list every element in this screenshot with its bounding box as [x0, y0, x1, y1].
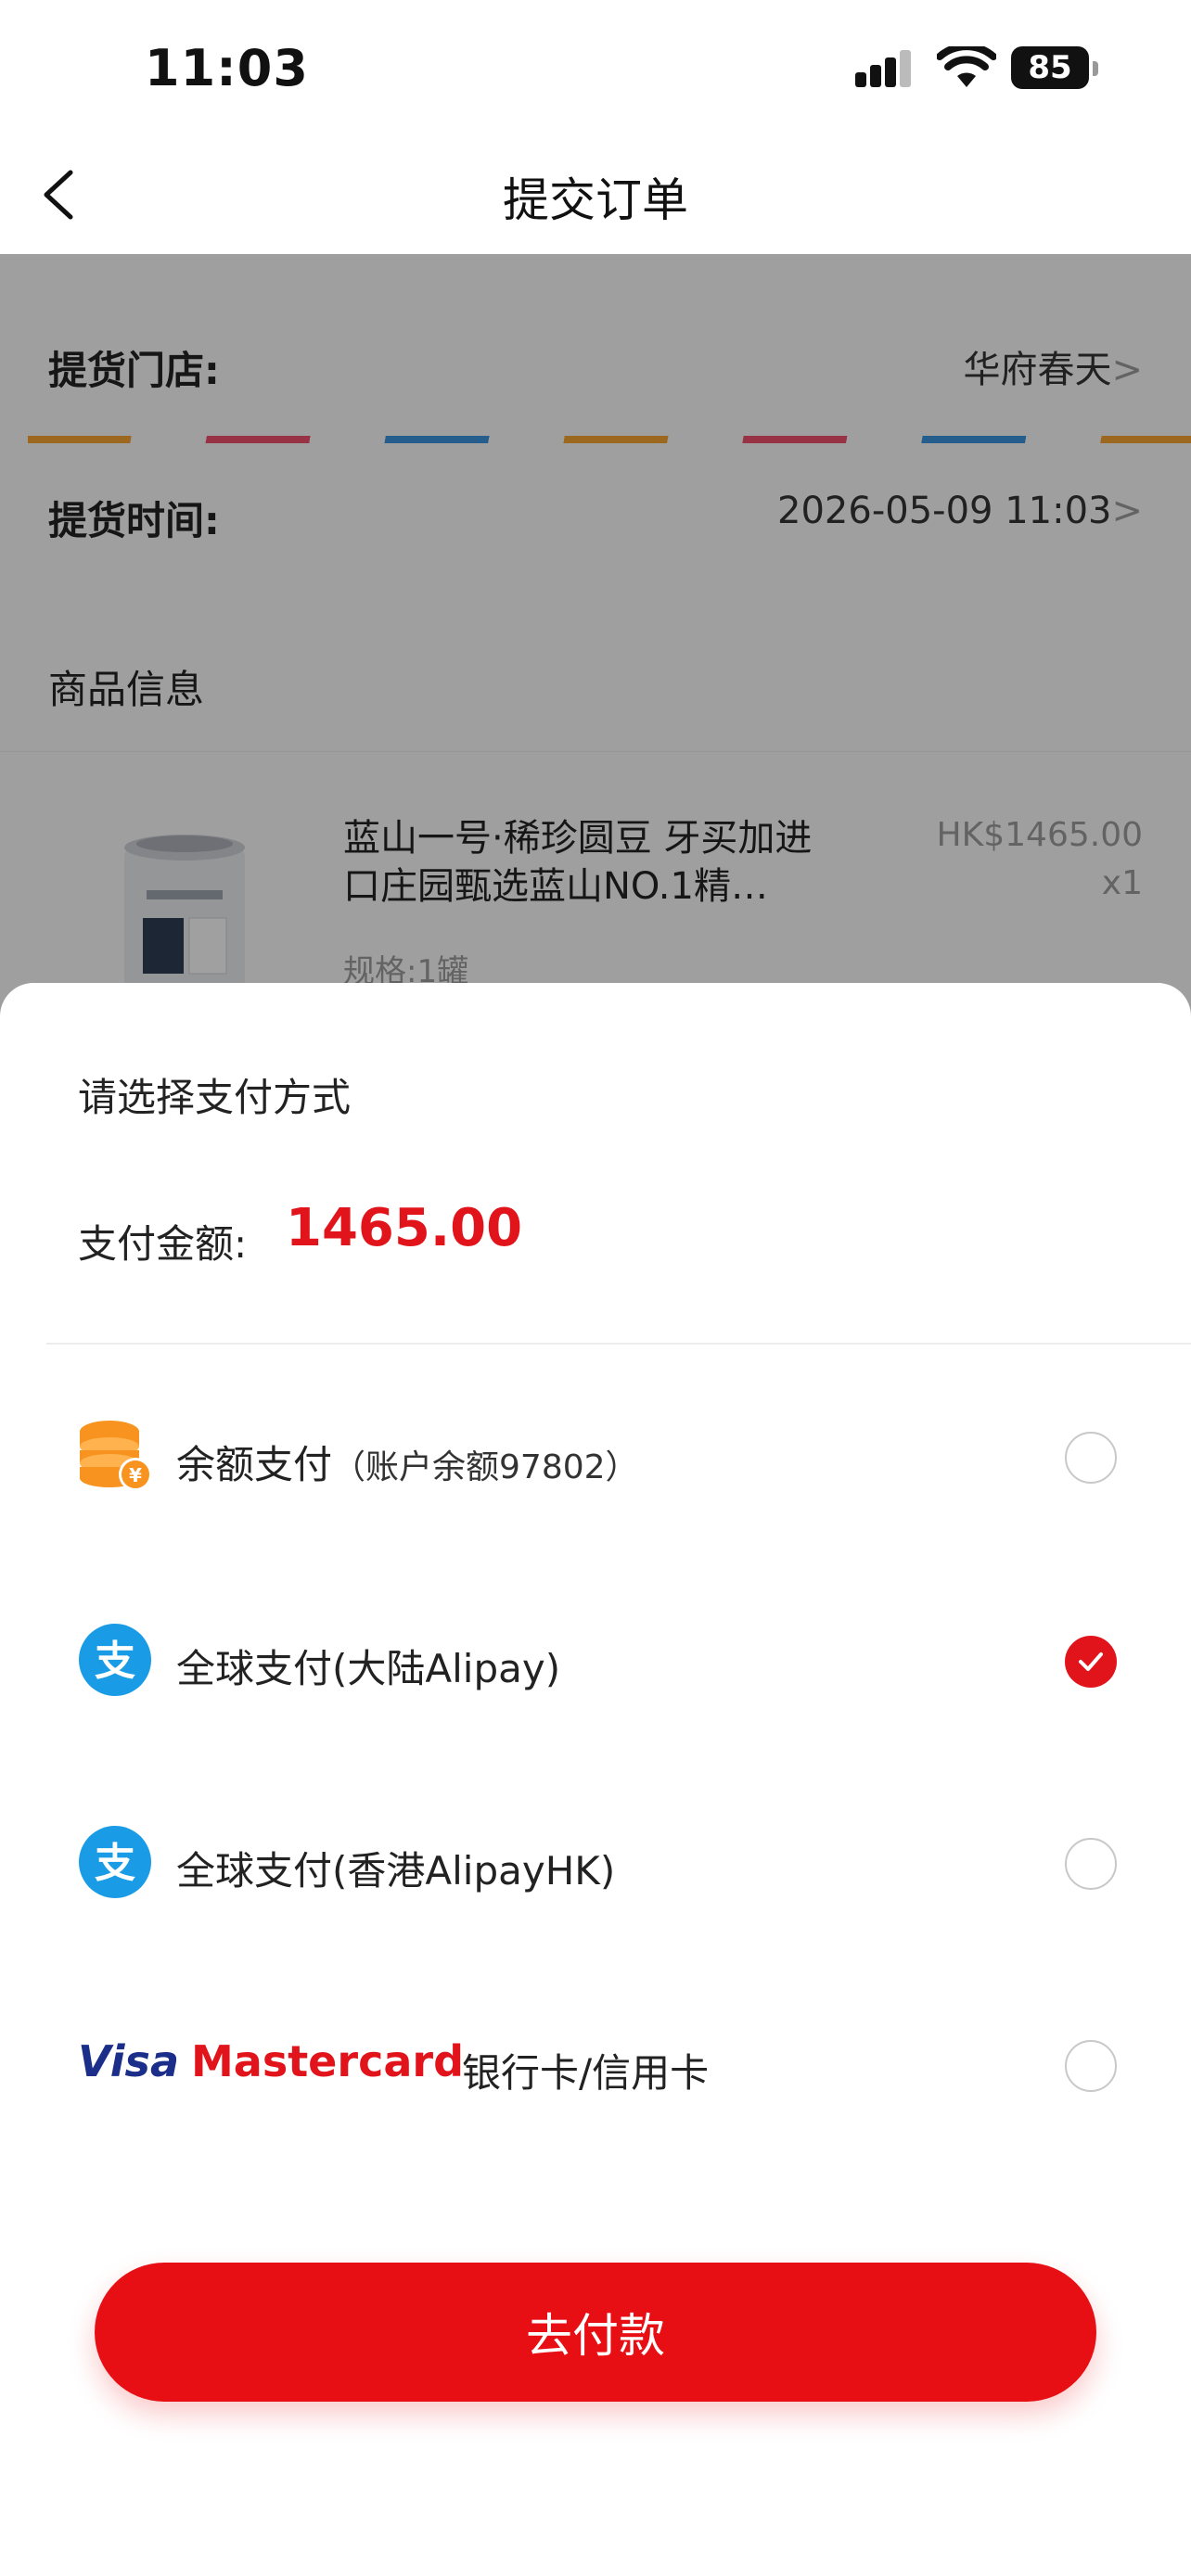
pay-option-alipay-label: 全球支付(大陆Alipay)	[176, 1646, 561, 1691]
divider	[46, 1343, 1191, 1345]
balance-coins-icon: ¥	[78, 1419, 152, 1493]
visa-logo: Visa	[78, 2036, 179, 2086]
svg-text:支: 支	[95, 1638, 135, 1685]
payment-amount-label: 支付金额:	[78, 1221, 248, 1267]
pay-option-bank-card[interactable]: Visa Mastercard 银行卡/信用卡	[0, 2001, 1191, 2131]
radio-alipay-hk[interactable]	[1065, 1838, 1117, 1890]
alipay-hk-icon: 支	[78, 1825, 152, 1899]
balance-amount-text: （账户余额97802）	[332, 1448, 639, 1486]
svg-text:支: 支	[95, 1840, 135, 1887]
payment-method-sheet: 请选择支付方式 支付金额: 1465.00 ¥ 余额支付（账户余额97802）	[0, 983, 1191, 2576]
pay-option-alipay-hk-label: 全球支付(香港AlipayHK)	[176, 1848, 616, 1894]
wifi-icon	[936, 43, 997, 89]
pay-option-balance-label: 余额支付	[176, 1442, 333, 1487]
mastercard-logo: Mastercard	[191, 2036, 464, 2086]
radio-bank-card[interactable]	[1065, 2040, 1117, 2092]
status-time: 11:03	[145, 39, 309, 97]
checkmark-icon	[1079, 1652, 1103, 1671]
sheet-title: 请选择支付方式	[78, 1075, 352, 1120]
pay-option-balance[interactable]: ¥ 余额支付（账户余额97802）	[0, 1393, 1191, 1523]
pay-option-alipay[interactable]: 支 全球支付(大陆Alipay)	[0, 1597, 1191, 1727]
radio-alipay-selected[interactable]	[1065, 1636, 1117, 1688]
cellular-signal-icon	[855, 48, 920, 89]
pay-option-bank-card-label: 银行卡/信用卡	[462, 2050, 710, 2096]
pay-now-button[interactable]: 去付款	[95, 2263, 1096, 2402]
page-title: 提交订单	[503, 173, 688, 227]
pay-option-alipay-hk[interactable]: 支 全球支付(香港AlipayHK)	[0, 1799, 1191, 1929]
battery-icon: 85	[1011, 46, 1098, 91]
svg-text:¥: ¥	[129, 1464, 142, 1486]
alipay-icon: 支	[78, 1623, 152, 1697]
radio-balance[interactable]	[1065, 1432, 1117, 1484]
battery-level: 85	[1011, 46, 1089, 89]
payment-amount-value: 1465.00	[286, 1198, 523, 1258]
